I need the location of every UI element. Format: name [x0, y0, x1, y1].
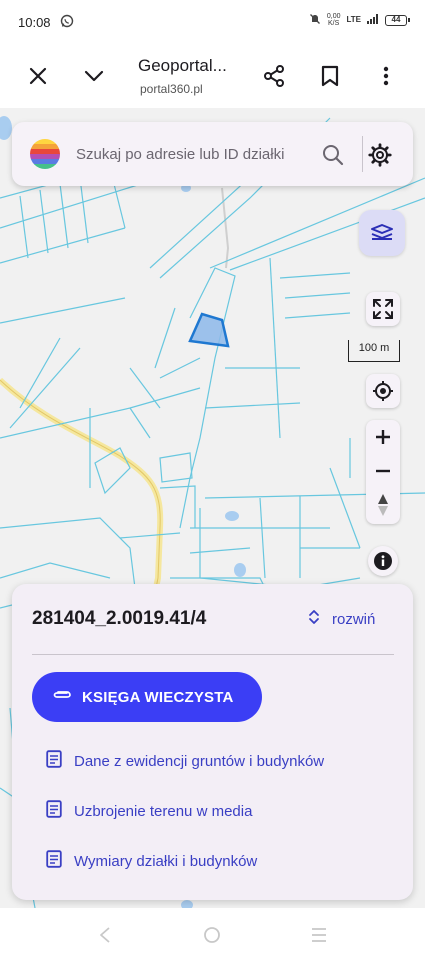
expand-button[interactable]: rozwiń	[308, 606, 375, 632]
document-icon	[46, 749, 62, 773]
document-icon	[46, 849, 62, 873]
whatsapp-icon	[60, 14, 74, 33]
zoom-out-icon[interactable]	[366, 454, 400, 488]
link-label: Wymiary działki i budynków	[74, 852, 258, 870]
status-bar: 10:08 0,00 K/S LTE 44	[0, 0, 425, 44]
link-dimensions[interactable]: Wymiary działki i budynków	[46, 848, 257, 874]
info-icon[interactable]	[368, 546, 398, 576]
speed-value: 0,00	[326, 13, 341, 20]
status-indicators: 0,00 K/S LTE 44	[309, 13, 410, 27]
link-registry-data[interactable]: Dane z ewidencji gruntów i budynków	[46, 748, 324, 774]
link-utilities[interactable]: Uzbrojenie terenu w media	[46, 798, 252, 824]
page-url: portal360.pl	[140, 82, 203, 96]
parcel-id: 281404_2.0019.41/4	[32, 608, 207, 629]
search-bar	[12, 122, 413, 186]
search-input[interactable]	[76, 140, 316, 168]
compass-icon[interactable]	[366, 488, 400, 522]
fullscreen-icon[interactable]	[366, 292, 400, 326]
app-logo	[30, 139, 60, 169]
land-register-label: KSIĘGA WIECZYSTA	[82, 688, 234, 706]
more-vert-icon[interactable]	[372, 62, 400, 90]
share-icon[interactable]	[260, 62, 288, 90]
system-nav-bar	[0, 914, 425, 960]
layers-icon[interactable]	[359, 210, 405, 256]
network-speed: 0,00 K/S	[327, 13, 341, 27]
network-type: LTE	[346, 15, 361, 24]
search-divider	[362, 136, 363, 172]
home-icon[interactable]	[203, 926, 221, 949]
signal-icon	[367, 14, 379, 26]
expand-label: rozwiń	[332, 610, 376, 628]
zoom-in-icon[interactable]	[366, 420, 400, 454]
page-title: Geoportal...	[138, 56, 227, 75]
selected-parcel[interactable]	[188, 312, 230, 348]
document-icon	[46, 799, 62, 823]
recents-icon[interactable]	[310, 926, 328, 949]
my-location-icon[interactable]	[366, 374, 400, 408]
bookmark-icon[interactable]	[316, 62, 344, 90]
parcel-info-panel: 281404_2.0019.41/4 rozwiń KSIĘGA WIECZYS…	[12, 584, 413, 900]
link-label: Dane z ewidencji gruntów i budynków	[74, 752, 325, 770]
map-scale: 100 m	[348, 336, 400, 364]
link-label: Uzbrojenie terenu w media	[74, 802, 253, 820]
search-icon[interactable]	[318, 140, 348, 170]
browser-toolbar: Geoportal... portal360.pl	[0, 44, 425, 108]
speed-unit: K/S	[328, 20, 340, 27]
zoom-controls	[366, 420, 400, 524]
mute-icon	[309, 13, 321, 27]
back-icon[interactable]	[98, 926, 112, 949]
close-icon[interactable]	[24, 62, 52, 90]
paperclip-icon	[52, 688, 72, 706]
land-register-button[interactable]: KSIĘGA WIECZYSTA	[32, 672, 262, 722]
scale-label: 100 m	[358, 342, 390, 354]
unfold-icon	[308, 608, 320, 631]
status-time: 10:08	[18, 15, 51, 30]
chevron-down-icon[interactable]	[80, 62, 108, 90]
gear-icon[interactable]	[364, 139, 396, 171]
panel-divider	[32, 654, 394, 655]
battery-indicator: 44	[385, 14, 410, 26]
